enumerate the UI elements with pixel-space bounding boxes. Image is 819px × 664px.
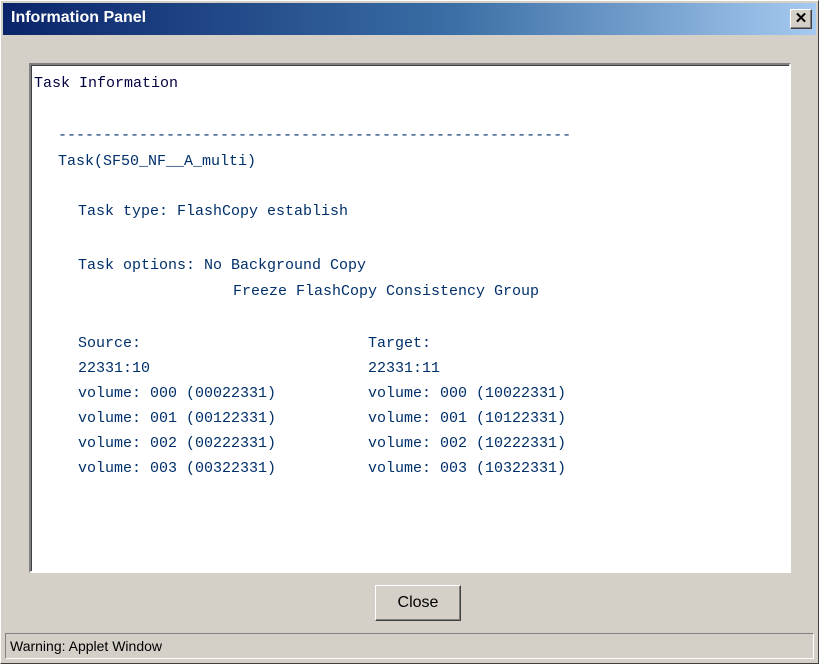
information-panel-window: Information Panel ✕ Task Information ---… [0, 0, 819, 664]
source-volume: volume: 000 (00022331) [78, 385, 277, 402]
task-options-line-2: Freeze FlashCopy Consistency Group [233, 283, 540, 300]
status-bar: Warning: Applet Window [5, 633, 814, 659]
task-name: Task(SF50_NF__A_multi) [58, 153, 257, 170]
target-header: Target: [368, 335, 432, 352]
source-header: Source: [78, 335, 142, 352]
source-volume: volume: 001 (00122331) [78, 410, 277, 427]
source-id: 22331:10 [78, 360, 151, 377]
target-volume: volume: 001 (10122331) [368, 410, 567, 427]
title-bar[interactable]: Information Panel ✕ [3, 3, 816, 35]
task-options-line-1: Task options: No Background Copy [78, 257, 367, 274]
task-type: Task type: FlashCopy establish [78, 203, 349, 220]
source-volume: volume: 002 (00222331) [78, 435, 277, 452]
target-volume: volume: 002 (10222331) [368, 435, 567, 452]
target-volume: volume: 000 (10022331) [368, 385, 567, 402]
task-information-panel: Task Information -----------------------… [29, 63, 791, 573]
target-id: 22331:11 [368, 360, 441, 377]
panel-heading: Task Information [34, 75, 179, 92]
source-volume: volume: 003 (00322331) [78, 460, 277, 477]
window-close-icon[interactable]: ✕ [790, 9, 812, 29]
separator-line: ----------------------------------------… [58, 127, 572, 144]
window-title: Information Panel [11, 9, 147, 26]
applet-warning-text: Warning: Applet Window [10, 638, 162, 654]
target-volume: volume: 003 (10322331) [368, 460, 567, 477]
close-button[interactable]: Close [375, 585, 461, 621]
